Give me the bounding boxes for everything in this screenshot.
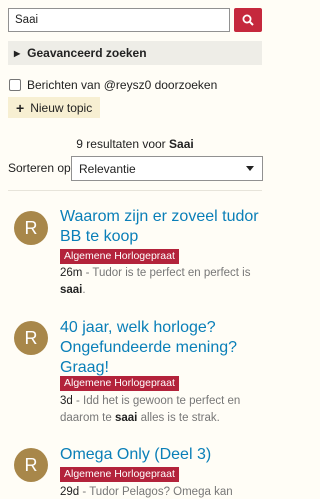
search-row: Saai (8, 8, 262, 32)
topic-title[interactable]: Waarom zijn er zoveel tudor BB te koop (60, 207, 260, 247)
topic-title[interactable]: Omega Only (Deel 3) (60, 445, 260, 465)
category-badge[interactable]: Algemene Horlogepraat (60, 249, 179, 264)
user-filter-checkbox[interactable] (9, 79, 21, 91)
result-excerpt: 26m - Tudor is te perfect en perfect is … (60, 267, 251, 296)
avatar[interactable]: R (14, 211, 48, 245)
search-input[interactable]: Saai (8, 8, 230, 32)
result-query: Saai (169, 137, 194, 151)
result-excerpt: 29d - Tudor Pelagos? Omega kan saaie (60, 486, 233, 498)
user-filter-row[interactable]: Berichten van @reysz0 doorzoeken (9, 77, 217, 93)
advanced-search-toggle[interactable]: ▶ Geavanceerd zoeken (8, 41, 262, 65)
post-date[interactable]: 3d (60, 395, 73, 407)
user-filter-label: Berichten van @reysz0 doorzoeken (27, 78, 218, 92)
post-date[interactable]: 26m (60, 267, 82, 279)
new-topic-button[interactable]: + Nieuw topic (8, 97, 100, 118)
sort-selected-value: Relevantie (79, 161, 136, 176)
chevron-down-icon (246, 166, 254, 171)
new-topic-label: Nieuw topic (30, 100, 93, 115)
category-badge[interactable]: Algemene Horlogepraat (60, 376, 179, 391)
avatar[interactable]: R (14, 321, 48, 355)
sort-label: Sorteren op (8, 161, 71, 175)
caret-right-icon: ▶ (14, 48, 21, 58)
result-excerpt: 3d - Idd het is gewoon te perfect en daa… (60, 395, 241, 424)
post-date[interactable]: 29d (60, 486, 79, 498)
search-button[interactable] (234, 8, 262, 32)
topic-title[interactable]: 40 jaar, welk horloge? Ongefundeerde men… (60, 318, 260, 378)
plus-icon: + (16, 99, 25, 116)
advanced-search-label: Geavanceerd zoeken (27, 46, 147, 60)
sort-select[interactable]: Relevantie (71, 156, 263, 181)
category-badge[interactable]: Algemene Horlogepraat (60, 467, 179, 482)
divider (8, 190, 262, 191)
search-icon (242, 14, 254, 26)
avatar[interactable]: R (14, 448, 48, 482)
result-count: 9 resultaten voor Saai (76, 137, 194, 151)
